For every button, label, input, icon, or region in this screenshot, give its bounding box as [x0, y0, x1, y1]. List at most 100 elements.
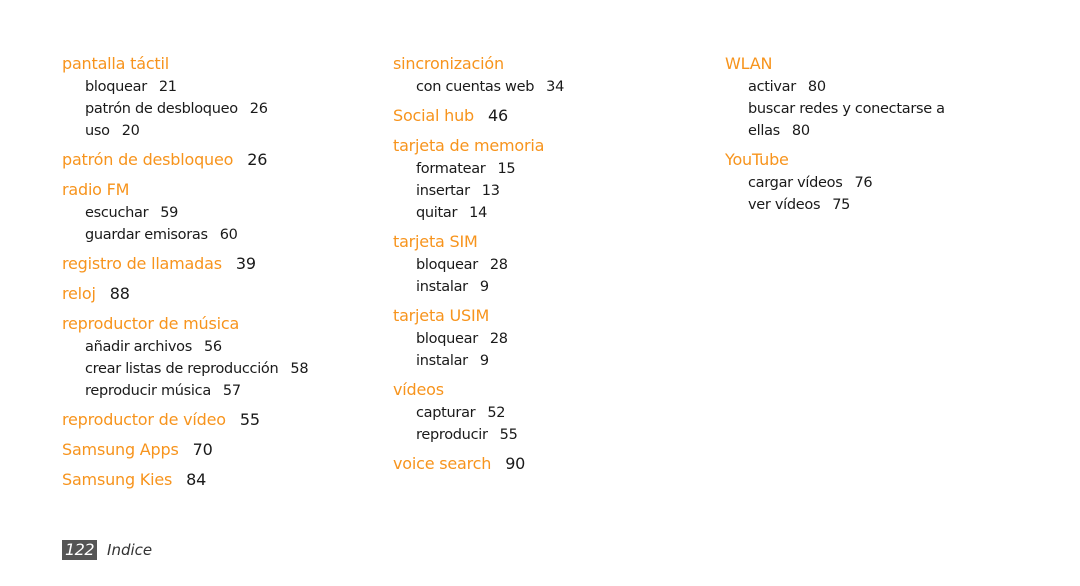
- index-column-2: sincronización con cuentas web 34 Social hu…: [393, 52, 693, 482]
- index-term: pantalla táctil: [62, 52, 362, 76]
- index-entry: reloj 88: [62, 282, 362, 306]
- index-subentry: uso 20: [62, 120, 362, 142]
- term-label: vídeos: [393, 380, 444, 399]
- index-entry: vídeos capturar 52 reproducir 55: [393, 378, 693, 446]
- index-term: radio FM: [62, 178, 362, 202]
- index-term: tarjeta SIM: [393, 230, 693, 254]
- page-reference: 34: [546, 79, 564, 95]
- page-footer: 122 Indice: [62, 540, 152, 560]
- page-reference: 58: [290, 361, 309, 377]
- term-label: Samsung Apps: [62, 440, 179, 459]
- term-label: patrón de desbloqueo: [62, 150, 234, 169]
- index-column-1: pantalla táctil bloquear 21 patrón de desbl…: [62, 52, 362, 498]
- index-subentry: buscar redes y conectarse a ellas 80: [725, 98, 963, 142]
- page-reference: 59: [160, 205, 179, 221]
- index-term: reproductor de música: [62, 312, 362, 336]
- page-reference: 20: [121, 123, 140, 139]
- subterm-label: patrón de desbloqueo: [85, 101, 238, 117]
- index-subentry: crear listas de reproducción 58: [62, 358, 362, 380]
- index-term: vídeos: [393, 378, 693, 402]
- subterm-label: cargar vídeos: [748, 175, 843, 191]
- index-column-3: WLAN activar 80 buscar redes y conectarse a…: [725, 52, 1025, 222]
- term-label: tarjeta USIM: [393, 306, 490, 325]
- page-reference: 56: [204, 339, 222, 355]
- index-term: reloj 88: [62, 282, 362, 306]
- index-entry: Samsung Apps 70: [62, 438, 362, 462]
- subterm-label: activar: [748, 79, 796, 95]
- subterm-label: capturar: [416, 405, 476, 421]
- section-title: Indice: [107, 541, 153, 559]
- index-entry: Social hub 46: [393, 104, 693, 128]
- index-subentry: escuchar 59: [62, 202, 362, 224]
- index-subentry: formatear 15: [393, 158, 693, 180]
- index-subentry: insertar 13: [393, 180, 693, 202]
- index-subentry: bloquear 28: [393, 254, 693, 276]
- index-subentry: guardar emisoras 60: [62, 224, 362, 246]
- page-reference: 75: [832, 197, 851, 213]
- index-term: patrón de desbloqueo 26: [62, 148, 362, 172]
- index-subentry: capturar 52: [393, 402, 693, 424]
- subterm-label: formatear: [416, 161, 486, 177]
- index-term: Samsung Kies 84: [62, 468, 362, 492]
- index-term: voice search 90: [393, 452, 693, 476]
- subterm-label: reproducir: [416, 427, 488, 443]
- page-reference: 84: [186, 470, 207, 489]
- page-reference: 28: [489, 331, 508, 347]
- subterm-label: bloquear: [416, 257, 478, 273]
- page-reference: 80: [807, 79, 826, 95]
- index-term: Samsung Apps 70: [62, 438, 362, 462]
- index-subentry: bloquear 28: [393, 328, 693, 350]
- page-reference: 9: [479, 353, 489, 369]
- page-reference: 70: [192, 440, 213, 459]
- term-label: reloj: [62, 284, 96, 303]
- index-term: tarjeta de memoria: [393, 134, 693, 158]
- index-entry: WLAN activar 80 buscar redes y conectarse a…: [725, 52, 1025, 142]
- subterm-label: guardar emisoras: [85, 227, 208, 243]
- term-label: sincronización: [393, 54, 504, 73]
- page-reference: 80: [791, 123, 810, 139]
- subterm-label: bloquear: [416, 331, 478, 347]
- index-term: reproductor de vídeo 55: [62, 408, 362, 432]
- subterm-label: uso: [85, 123, 110, 139]
- index-subentry: bloquear 21: [62, 76, 362, 98]
- index-subentry: quitar 14: [393, 202, 693, 224]
- term-label: Social hub: [393, 106, 474, 125]
- index-entry: patrón de desbloqueo 26: [62, 148, 362, 172]
- subterm-label: bloquear: [85, 79, 147, 95]
- index-entry: sincronización con cuentas web 34: [393, 52, 693, 98]
- index-entry: tarjeta de memoria formatear 15 insertar 13 q…: [393, 134, 693, 224]
- index-subentry: instalar 9: [393, 276, 693, 298]
- index-entry: Samsung Kies 84: [62, 468, 362, 492]
- index-entry: tarjeta USIM bloquear 28 instalar 9: [393, 304, 693, 372]
- index-entry: YouTube cargar vídeos 76 ver vídeos 75: [725, 148, 1025, 216]
- subterm-label: añadir archivos: [85, 339, 192, 355]
- subterm-label: instalar: [416, 353, 468, 369]
- index-term: tarjeta USIM: [393, 304, 693, 328]
- index-subentry: reproducir 55: [393, 424, 693, 446]
- page-reference: 14: [469, 205, 488, 221]
- page-reference: 60: [219, 227, 238, 243]
- index-subentry: con cuentas web 34: [393, 76, 693, 98]
- page-reference: 88: [109, 284, 130, 303]
- term-label: radio FM: [62, 180, 130, 199]
- index-subentry: reproducir música 57: [62, 380, 362, 402]
- term-label: tarjeta de memoria: [393, 136, 545, 155]
- page-reference: 26: [249, 101, 268, 117]
- index-subentry: ver vídeos 75: [725, 194, 963, 216]
- subterm-label: crear listas de reproducción: [85, 361, 279, 377]
- subterm-label: instalar: [416, 279, 468, 295]
- index-subentry: añadir archivos 56: [62, 336, 362, 358]
- index-entry: registro de llamadas 39: [62, 252, 362, 276]
- page-reference: 15: [497, 161, 516, 177]
- term-label: reproductor de música: [62, 314, 240, 333]
- index-entry: reproductor de vídeo 55: [62, 408, 362, 432]
- page-reference: 46: [487, 106, 508, 125]
- term-label: reproductor de vídeo: [62, 410, 226, 429]
- page-reference: 76: [854, 175, 873, 191]
- index-subentry: patrón de desbloqueo 26: [62, 98, 362, 120]
- index-subentry: activar 80: [725, 76, 963, 98]
- page-reference: 21: [158, 79, 177, 95]
- page-reference: 55: [239, 410, 260, 429]
- index-term: Social hub 46: [393, 104, 693, 128]
- page-reference: 9: [479, 279, 489, 295]
